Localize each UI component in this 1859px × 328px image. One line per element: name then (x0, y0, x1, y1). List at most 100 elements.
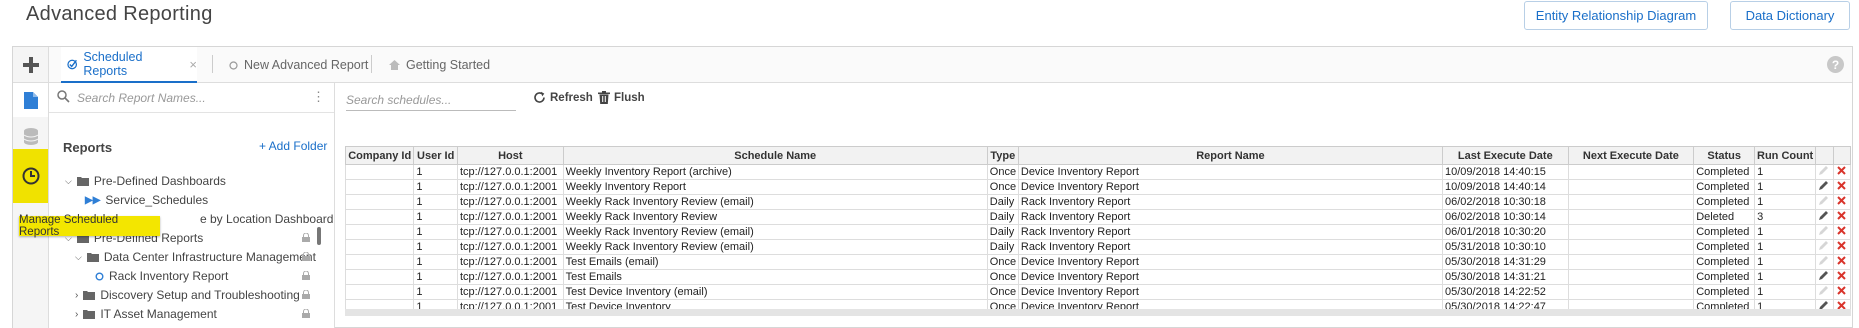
delete-x-icon[interactable] (1837, 240, 1846, 250)
help-icon[interactable]: ? (1827, 56, 1844, 73)
pencil-icon[interactable] (1819, 165, 1829, 175)
tab-close-icon[interactable]: × (189, 57, 197, 72)
manage-scheduled-reports-button[interactable] (13, 149, 48, 203)
next-execute-date-cell (1567, 209, 1695, 225)
report-name-cell: Rack Inventory Report (1017, 194, 1444, 210)
run-count-cell: 1 (1754, 254, 1817, 270)
add-button[interactable] (13, 47, 48, 83)
report-name-cell: Device Inventory Report (1017, 254, 1444, 270)
tree-item-location-dashboard[interactable]: e by Location Dashboard (200, 210, 333, 228)
tree-item-service-schedules[interactable]: ▶▶ Service_Schedules (85, 191, 208, 209)
status-cell: Completed (1693, 224, 1756, 240)
tree-item-rack-inventory-report[interactable]: Rack Inventory Report (95, 267, 228, 285)
last-execute-date-cell: 06/02/2018 10:30:18 (1442, 194, 1569, 210)
data-dictionary-button[interactable]: Data Dictionary (1730, 1, 1850, 30)
table-row[interactable]: 1 tcp://127.0.0.1:2001 Weekly Inventory Re… (344, 164, 1851, 180)
column-header[interactable]: Run Count (1754, 146, 1817, 165)
entity-relationship-diagram-button[interactable]: Entity Relationship Diagram (1524, 1, 1708, 30)
delete-x-icon[interactable] (1837, 225, 1846, 235)
document-icon (23, 91, 38, 109)
column-header[interactable]: Type (986, 146, 1019, 165)
table-row[interactable]: 1 tcp://127.0.0.1:2001 Test Emails Once Devi… (344, 269, 1851, 285)
database-rail-button[interactable] (13, 119, 48, 153)
delete-x-icon[interactable] (1837, 270, 1846, 280)
column-header[interactable] (1815, 146, 1834, 165)
tree-folder-discovery[interactable]: › Discovery Setup and Troubleshooting (75, 286, 300, 304)
column-header[interactable]: Status (1693, 146, 1756, 165)
tab-scheduled-reports[interactable]: Scheduled Reports × (61, 47, 197, 83)
delete-x-icon[interactable] (1837, 180, 1846, 190)
lock-icon (302, 252, 310, 261)
column-header[interactable]: Last Execute Date (1442, 146, 1569, 165)
refresh-button[interactable]: Refresh (533, 91, 593, 104)
tab-getting-started[interactable]: Getting Started (389, 47, 509, 83)
pencil-icon[interactable] (1819, 240, 1829, 250)
edit-cell (1815, 269, 1834, 285)
delete-x-icon[interactable] (1837, 285, 1846, 295)
table-row[interactable]: 1 tcp://127.0.0.1:2001 Weekly Rack Invento… (344, 209, 1851, 225)
table-row[interactable]: 1 tcp://127.0.0.1:2001 Weekly Rack Invento… (344, 239, 1851, 255)
add-folder-link[interactable]: + Add Folder (259, 139, 327, 153)
reports-rail-button[interactable] (13, 83, 48, 117)
status-cell: Completed (1693, 179, 1756, 195)
folder-open-icon (86, 253, 99, 262)
user-id-cell: 1 (413, 284, 458, 300)
tree-scrollbar-thumb[interactable] (317, 227, 321, 245)
column-header[interactable]: Next Execute Date (1567, 146, 1695, 165)
pencil-icon[interactable] (1819, 285, 1829, 295)
tree-folder-dcim[interactable]: ⌵ Data Center Infrastructure Management (75, 248, 316, 266)
pencil-icon[interactable] (1819, 225, 1829, 235)
pencil-icon[interactable] (1819, 210, 1829, 220)
schedule-name-cell: Weekly Rack Inventory Review (email) (562, 239, 988, 255)
chevron-right-icon: › (75, 308, 79, 320)
status-cell: Completed (1693, 269, 1756, 285)
pencil-icon[interactable] (1819, 180, 1829, 190)
schedule-search-input[interactable]: Search schedules... (346, 91, 516, 111)
report-name-cell: Rack Inventory Report (1017, 209, 1444, 225)
pencil-icon[interactable] (1819, 195, 1829, 205)
tree-menu-icon[interactable]: ⋮ (312, 89, 325, 105)
column-header[interactable]: Report Name (1017, 146, 1444, 165)
delete-x-icon[interactable] (1837, 255, 1846, 265)
tree-folder-it-asset-management[interactable]: › IT Asset Management (75, 305, 217, 323)
report-search-input[interactable]: Search Report Names... (77, 91, 206, 105)
table-row[interactable]: 1 tcp://127.0.0.1:2001 Weekly Rack Invento… (344, 224, 1851, 240)
type-cell: Once (986, 284, 1019, 300)
table-scrollbar[interactable] (345, 309, 1851, 316)
report-circle-icon (95, 272, 104, 280)
column-header[interactable]: Company Id (344, 146, 415, 165)
column-header[interactable] (1832, 146, 1851, 165)
pencil-icon[interactable] (1819, 270, 1829, 280)
tab-bar: Scheduled Reports × New Advanced Report … (49, 47, 1852, 83)
pencil-icon[interactable] (1819, 255, 1829, 265)
company-id-cell (344, 209, 415, 225)
column-header[interactable]: Host (456, 146, 564, 165)
company-id-cell (344, 239, 415, 255)
reports-heading: Reports (63, 140, 113, 155)
next-execute-date-cell (1567, 224, 1695, 240)
tab-new-advanced-report[interactable]: New Advanced Report (229, 47, 369, 83)
table-row[interactable]: 1 tcp://127.0.0.1:2001 Test Device Invento… (344, 284, 1851, 300)
tree-item-label: IT Asset Management (100, 307, 217, 321)
dashboard-icon: ▶▶ (85, 194, 101, 206)
report-search[interactable]: Search Report Names... ⋮ (49, 83, 334, 113)
column-header[interactable]: Schedule Name (562, 146, 988, 165)
column-header[interactable]: User Id (413, 146, 458, 165)
manage-scheduled-reports-tooltip: Manage Scheduled Reports (19, 214, 160, 238)
next-execute-date-cell (1567, 164, 1695, 180)
delete-x-icon[interactable] (1837, 195, 1846, 205)
delete-x-icon[interactable] (1837, 210, 1846, 220)
table-row[interactable]: 1 tcp://127.0.0.1:2001 Weekly Rack Invento… (344, 194, 1851, 210)
tree-item-label: e by Location Dashboard (200, 212, 334, 226)
type-cell: Daily (986, 239, 1019, 255)
schedule-name-cell: Weekly Rack Inventory Review (email) (562, 194, 988, 210)
schedule-name-cell: Weekly Inventory Report (562, 179, 988, 195)
table-row[interactable]: 1 tcp://127.0.0.1:2001 Weekly Inventory Re… (344, 179, 1851, 195)
table-row[interactable]: 1 tcp://127.0.0.1:2001 Test Emails (email)… (344, 254, 1851, 270)
user-id-cell: 1 (413, 194, 458, 210)
tree-folder-pre-defined-dashboards[interactable]: ⌵ Pre-Defined Dashboards (65, 172, 226, 190)
flush-button[interactable]: Flush (598, 91, 645, 104)
delete-x-icon[interactable] (1837, 165, 1846, 175)
host-cell: tcp://127.0.0.1:2001 (456, 269, 564, 285)
tab-divider (371, 55, 372, 73)
